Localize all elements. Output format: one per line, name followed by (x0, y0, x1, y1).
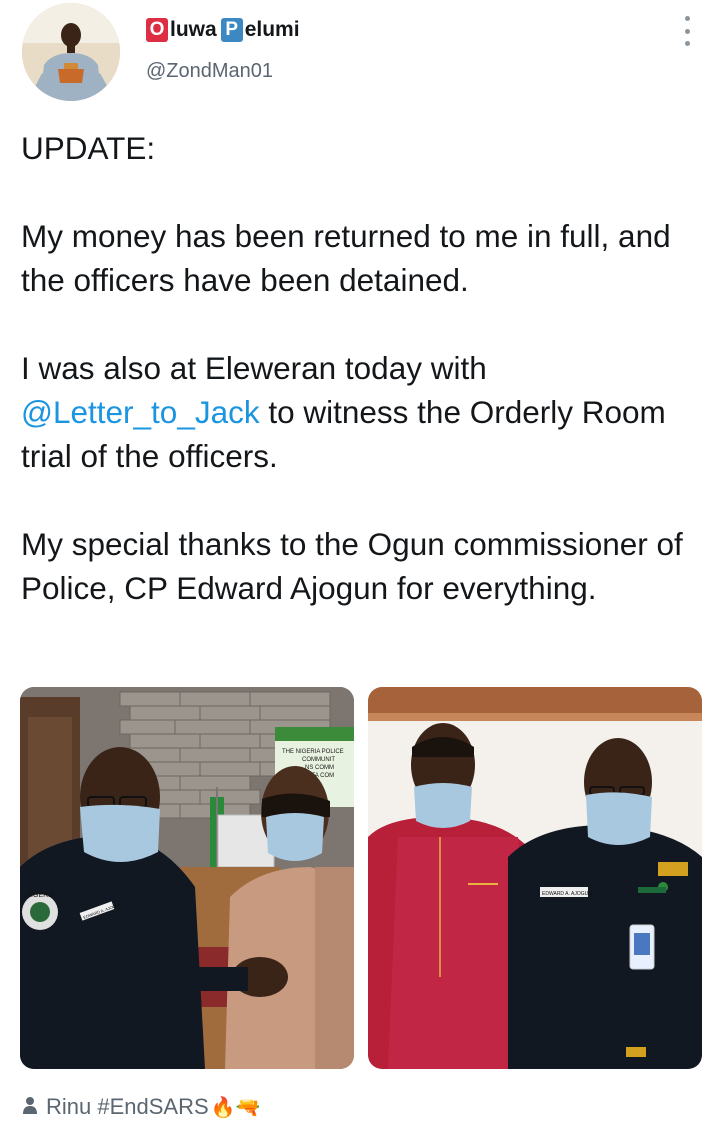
letter-o-icon: O (146, 18, 168, 42)
tweet-paragraph-eleweran: I was also at Eleweran today with @Lette… (21, 346, 701, 478)
user-handle[interactable]: @ZondMan01 (146, 60, 273, 83)
retweeted-by[interactable]: Rinu #EndSARS 🔥🔫 (22, 1094, 260, 1120)
badge-text: NIGERIA (26, 892, 55, 899)
tweet-line-update: UPDATE: (21, 130, 156, 166)
display-name-part1: luwa (170, 18, 217, 41)
right-nametag-text: EDWARD A. AJOGUN (542, 891, 592, 897)
display-name[interactable]: O luwa P elumi (146, 16, 300, 44)
mention-link[interactable]: @Letter_to_Jack (21, 394, 260, 430)
fire-gun-emoji-icon: 🔥🔫 (210, 1096, 261, 1119)
tweet-photo-left[interactable]: THE NIGERIA POLICE COMMUNIT NS COMM ATA … (20, 687, 354, 1069)
display-name-part2: elumi (244, 18, 300, 41)
retweeted-by-text: Rinu #EndSARS (46, 1094, 209, 1119)
tweet-card: O luwa P elumi @ZondMan01 UPDATE: My mon… (0, 0, 709, 1124)
letter-p-icon: P (220, 18, 243, 42)
person-icon (22, 1094, 38, 1120)
avatar-photo (22, 3, 120, 101)
avatar[interactable] (22, 3, 120, 101)
sign-line-3: NS COMM (305, 765, 334, 771)
paragraph-text-before: I was also at Eleweran today with (21, 350, 487, 386)
tweet-photo-right[interactable]: EDWARD A. AJOGUN (368, 687, 702, 1069)
tweet-text: UPDATE: My money has been returned to me… (21, 126, 701, 610)
sign-line-2: COMMUNIT (302, 757, 335, 763)
sign-line-1: THE NIGERIA POLICE (282, 749, 344, 755)
tweet-paragraph-money: My money has been returned to me in full… (21, 218, 671, 298)
photo-handshake: THE NIGERIA POLICE COMMUNIT NS COMM ATA … (20, 687, 354, 1069)
more-options-icon[interactable] (676, 16, 698, 46)
photo-standing: EDWARD A. AJOGUN (368, 687, 702, 1069)
tweet-paragraph-thanks: My special thanks to the Ogun commission… (21, 526, 683, 606)
